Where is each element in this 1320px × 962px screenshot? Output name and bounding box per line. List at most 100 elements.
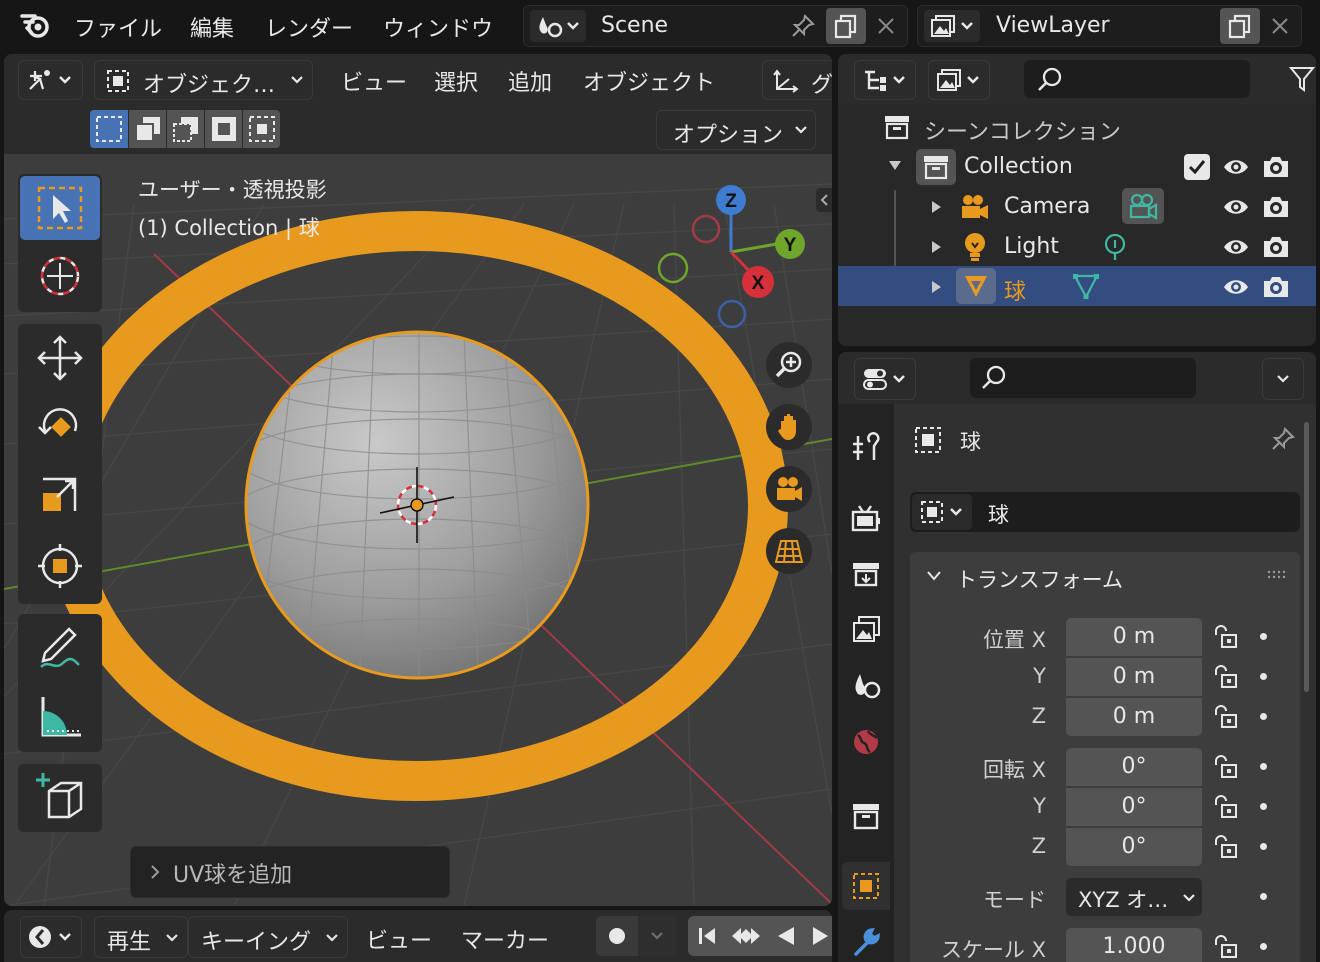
location-z-field[interactable]: 0 m	[1066, 698, 1202, 736]
zoom-icon[interactable]	[766, 342, 812, 388]
record-icon[interactable]	[596, 916, 638, 956]
select-intersect-icon[interactable]	[243, 110, 280, 148]
keyframe-dot-location-x[interactable]	[1260, 633, 1267, 640]
light-data-icon[interactable]	[1098, 230, 1132, 264]
object-browse-icon[interactable]	[912, 494, 972, 530]
viewport-menu-add[interactable]: 追加	[508, 65, 552, 97]
select-invert-icon[interactable]	[205, 110, 242, 148]
tool-tab-icon[interactable]	[844, 426, 888, 470]
world-tab-icon[interactable]	[844, 720, 888, 764]
lock-location-y-icon[interactable]	[1208, 662, 1242, 692]
scale-x-field[interactable]: 1.000	[1066, 928, 1202, 962]
scene-name[interactable]: Scene	[601, 13, 668, 38]
viewlayer-icon[interactable]	[924, 10, 980, 42]
camera-view-icon[interactable]	[766, 466, 812, 512]
viewport-menu-object[interactable]: オブジェクト	[583, 65, 715, 97]
camera-eye-icon[interactable]	[1220, 192, 1252, 222]
camera-expand-icon[interactable]	[930, 200, 942, 214]
keyframe-dot-rotation-y[interactable]	[1260, 803, 1267, 810]
light-eye-icon[interactable]	[1220, 232, 1252, 262]
measure-tool-icon[interactable]	[20, 684, 100, 748]
viewport-menu-select[interactable]: 選択	[434, 65, 478, 97]
light-render-icon[interactable]	[1260, 232, 1292, 262]
keyframe-dot-rotation-z[interactable]	[1260, 843, 1267, 850]
view-layer-tab-icon[interactable]	[844, 608, 888, 652]
menu-file[interactable]: ファイル	[74, 11, 162, 43]
outliner-item-sphere[interactable]: 球	[1004, 274, 1026, 306]
play-dropdown[interactable]: 再生	[94, 916, 188, 958]
jump-keyframe-icon[interactable]	[726, 916, 766, 956]
perspective-toggle-icon[interactable]	[766, 528, 812, 574]
collection-exclude-checkbox[interactable]	[1184, 154, 1210, 180]
object-tab-icon[interactable]	[842, 862, 890, 910]
rotation-x-field[interactable]: 0°	[1066, 748, 1202, 786]
location-x-field[interactable]: 0 m	[1066, 618, 1202, 656]
outliner-search-input[interactable]	[1024, 60, 1250, 98]
outliner-item-camera[interactable]: Camera	[1004, 194, 1090, 219]
viewlayer-name[interactable]: ViewLayer	[996, 13, 1110, 38]
collection-render-icon[interactable]	[1260, 152, 1292, 182]
scene-collection-label[interactable]: シーンコレクション	[924, 114, 1121, 146]
transform-panel-title[interactable]: トランスフォーム	[956, 564, 1123, 594]
pin-icon[interactable]	[786, 10, 820, 42]
new-scene-icon[interactable]	[826, 8, 866, 44]
output-tab-icon[interactable]	[844, 552, 888, 596]
lock-location-z-icon[interactable]	[1208, 702, 1242, 732]
keyframe-dot-location-z[interactable]	[1260, 713, 1267, 720]
timeline-editor-type[interactable]	[20, 916, 82, 958]
lock-scale-x-icon[interactable]	[1208, 932, 1242, 962]
select-box-tool-icon[interactable]	[20, 176, 100, 240]
timeline-menu-view[interactable]: ビュー	[366, 923, 432, 955]
keying-dropdown[interactable]: キーイング	[188, 916, 348, 958]
scene-icon[interactable]	[530, 10, 586, 42]
navigation-gizmo[interactable]: Z Y X	[654, 182, 814, 332]
properties-editor-type[interactable]	[854, 358, 916, 400]
add-cube-tool-icon[interactable]	[20, 766, 100, 830]
rotate-tool-icon[interactable]	[20, 394, 100, 458]
move-tool-icon[interactable]	[20, 326, 100, 390]
collection-eye-icon[interactable]	[1220, 152, 1252, 182]
play-reverse-icon[interactable]	[768, 916, 804, 956]
outliner-editor-type[interactable]	[854, 60, 916, 100]
sidebar-toggle-icon[interactable]	[816, 188, 832, 212]
object-name-field[interactable]: 球	[988, 499, 1009, 529]
viewport-area[interactable]: オブジェク… ビュー 選択 追加 オブジェクト グ オプション ユーザー・透視投…	[4, 54, 832, 906]
play-forward-icon[interactable]	[806, 916, 832, 956]
editor-type-button[interactable]	[18, 60, 83, 100]
menu-window[interactable]: ウィンドウ	[383, 11, 493, 43]
scene-tab-icon[interactable]	[844, 664, 888, 708]
rotation-y-field[interactable]: 0°	[1066, 788, 1202, 826]
menu-edit[interactable]: 編集	[190, 11, 234, 43]
keyframe-dot-rotation-x[interactable]	[1260, 763, 1267, 770]
collection-label[interactable]: Collection	[964, 154, 1073, 179]
new-viewlayer-icon[interactable]	[1220, 8, 1260, 44]
mesh-data-icon[interactable]	[1068, 268, 1104, 304]
properties-pin-icon[interactable]	[1266, 422, 1300, 456]
jump-start-icon[interactable]	[688, 916, 726, 956]
select-new-icon[interactable]	[90, 110, 128, 148]
menu-render[interactable]: レンダー	[265, 11, 353, 43]
select-extend-icon[interactable]	[129, 110, 166, 148]
properties-scrollbar[interactable]	[1304, 422, 1309, 692]
viewport-menu-view[interactable]: ビュー	[341, 65, 407, 97]
camera-data-icon[interactable]	[1122, 188, 1164, 224]
close-icon[interactable]	[870, 10, 902, 42]
filter-icon[interactable]	[1288, 62, 1316, 96]
rotation-z-field[interactable]: 0°	[1066, 828, 1202, 866]
transform-tool-icon[interactable]	[20, 534, 100, 598]
panel-drag-icon[interactable]	[1266, 570, 1288, 580]
annotate-tool-icon[interactable]	[20, 616, 100, 680]
sphere-eye-icon[interactable]	[1220, 272, 1252, 302]
timeline-menu-marker[interactable]: マーカー	[461, 923, 549, 955]
rotation-mode-dropdown[interactable]: XYZ オ…	[1066, 878, 1202, 916]
scale-tool-icon[interactable]	[20, 464, 100, 528]
close-viewlayer-icon[interactable]	[1264, 10, 1296, 42]
last-operator-panel[interactable]: UV球を追加	[130, 846, 450, 898]
location-y-field[interactable]: 0 m	[1066, 658, 1202, 696]
outliner-item-light[interactable]: Light	[1004, 234, 1059, 259]
mode-dropdown[interactable]: オブジェク…	[94, 60, 313, 100]
keyframe-dot-scale-x[interactable]	[1260, 943, 1267, 950]
cursor-tool-icon[interactable]	[20, 244, 100, 308]
keyframe-dot-rotation-mode[interactable]	[1260, 893, 1267, 900]
options-dropdown[interactable]: オプション	[656, 110, 816, 150]
